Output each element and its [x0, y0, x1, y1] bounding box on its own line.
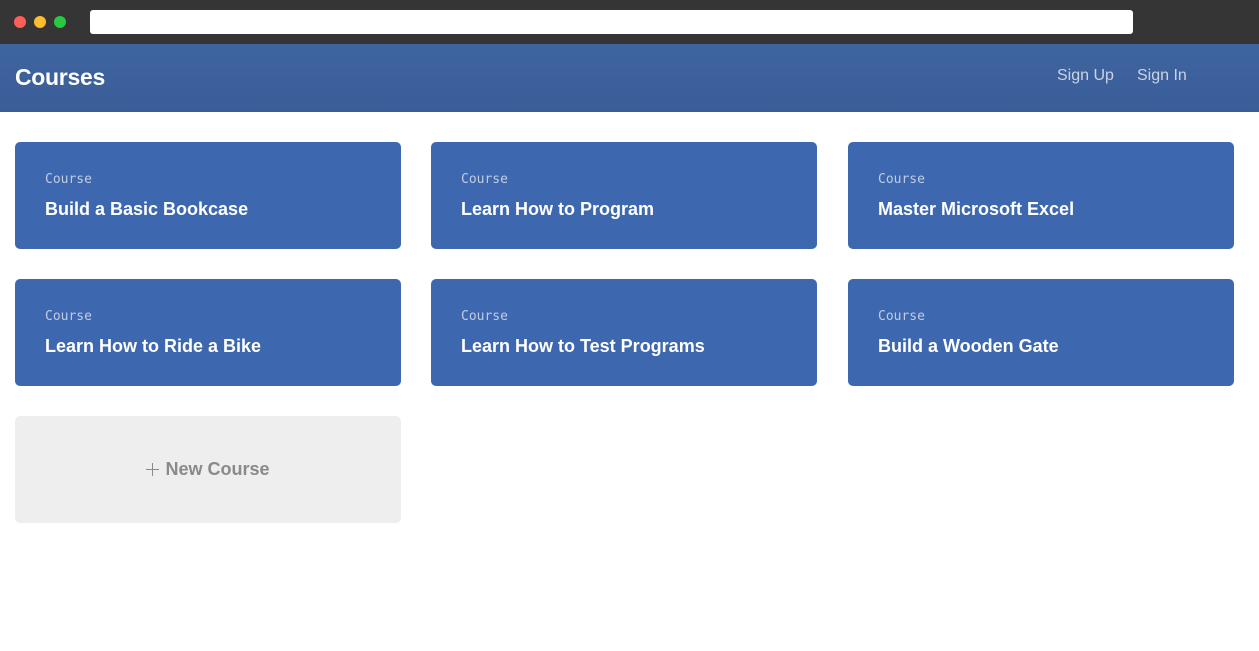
- course-kind-label: Course: [45, 309, 92, 324]
- new-course-label: New Course: [165, 459, 270, 479]
- course-kind-label: Course: [878, 309, 925, 324]
- sign-in-link[interactable]: Sign In: [1137, 67, 1187, 85]
- course-card[interactable]: Course Master Microsoft Excel: [848, 142, 1234, 249]
- course-card[interactable]: Course Learn How to Test Programs: [431, 279, 817, 386]
- plus-icon: [146, 463, 160, 476]
- course-card[interactable]: Course Build a Basic Bookcase: [15, 142, 401, 249]
- course-title: Learn How to Test Programs: [461, 336, 705, 356]
- course-card[interactable]: Course Learn How to Ride a Bike: [15, 279, 401, 386]
- browser-chrome: [0, 0, 1259, 44]
- site-header: Courses Sign Up Sign In: [0, 44, 1259, 112]
- site-title-link[interactable]: Courses: [15, 64, 105, 91]
- new-course-button[interactable]: New Course: [15, 416, 401, 523]
- course-kind-label: Course: [461, 172, 508, 187]
- course-title: Master Microsoft Excel: [878, 199, 1075, 219]
- course-title: Build a Basic Bookcase: [45, 199, 249, 219]
- course-kind-label: Course: [461, 309, 508, 324]
- address-bar[interactable]: [90, 10, 1133, 34]
- course-title: Learn How to Program: [461, 199, 655, 219]
- course-title: Learn How to Ride a Bike: [45, 336, 262, 356]
- maximize-window-button[interactable]: [54, 16, 66, 28]
- course-kind-label: Course: [878, 172, 925, 187]
- course-card[interactable]: Course Build a Wooden Gate: [848, 279, 1234, 386]
- minimize-window-button[interactable]: [34, 16, 46, 28]
- course-card[interactable]: Course Learn How to Program: [431, 142, 817, 249]
- close-window-button[interactable]: [14, 16, 26, 28]
- course-title: Build a Wooden Gate: [878, 336, 1059, 356]
- sign-up-link[interactable]: Sign Up: [1057, 67, 1114, 85]
- course-kind-label: Course: [45, 172, 92, 187]
